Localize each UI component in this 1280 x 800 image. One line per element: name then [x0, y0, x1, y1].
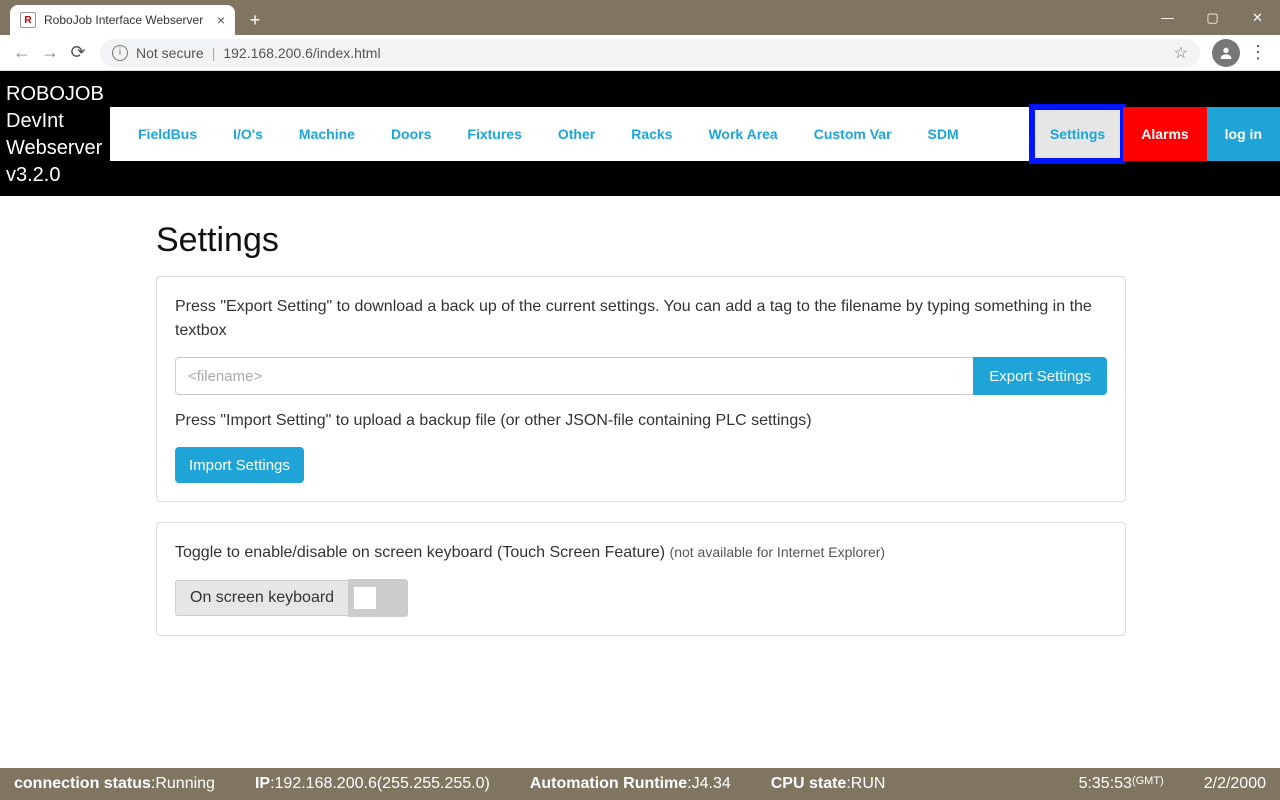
export-import-panel: Press "Export Setting" to download a bac…	[156, 276, 1126, 502]
export-description: Press "Export Setting" to download a bac…	[175, 295, 1107, 343]
nav-other[interactable]: Other	[540, 107, 613, 161]
keyboard-description: Toggle to enable/disable on screen keybo…	[175, 541, 1107, 565]
export-settings-button[interactable]: Export Settings	[973, 357, 1107, 395]
close-window-button[interactable]: ✕	[1235, 0, 1280, 35]
favicon-icon: R	[20, 12, 36, 28]
close-tab-icon[interactable]: ×	[217, 12, 225, 28]
profile-button[interactable]	[1212, 39, 1240, 67]
page-title: Settings	[156, 221, 1126, 260]
nav-customvar[interactable]: Custom Var	[796, 107, 910, 161]
nav-ios[interactable]: I/O's	[215, 107, 281, 161]
address-bar[interactable]: i Not secure | 192.168.200.6/index.html …	[100, 39, 1200, 67]
nav-machine[interactable]: Machine	[281, 107, 373, 161]
browser-menu-button[interactable]: ⋮	[1244, 39, 1272, 67]
main-nav: FieldBus I/O's Machine Doors Fixtures Ot…	[110, 107, 1280, 161]
url-text: 192.168.200.6/index.html	[223, 45, 380, 61]
app-header: ROBOJOB DevInt Webserver v3.2.0 FieldBus…	[0, 71, 1280, 196]
window-controls: — ▢ ✕	[1145, 0, 1280, 35]
minimize-button[interactable]: —	[1145, 0, 1190, 35]
tab-title: RoboJob Interface Webserver	[44, 13, 203, 27]
bookmark-icon[interactable]: ☆	[1174, 43, 1188, 63]
status-connection: connection status:Running	[14, 775, 215, 793]
status-cpu: CPU state:RUN	[771, 775, 886, 793]
nav-settings[interactable]: Settings	[1032, 107, 1123, 161]
logo-block: ROBOJOB DevInt Webserver v3.2.0	[0, 71, 110, 196]
status-time: 5:35:53(GMT)	[1079, 775, 1164, 793]
status-automation-runtime: Automation Runtime:J4.34	[530, 775, 731, 793]
maximize-button[interactable]: ▢	[1190, 0, 1235, 35]
security-label: Not secure	[136, 45, 204, 61]
import-description: Press "Import Setting" to upload a backu…	[175, 409, 1107, 433]
nav-doors[interactable]: Doors	[373, 107, 449, 161]
nav-sdm[interactable]: SDM	[910, 107, 977, 161]
info-icon[interactable]: i	[112, 45, 128, 61]
nav-racks[interactable]: Racks	[613, 107, 690, 161]
keyboard-toggle[interactable]	[348, 579, 408, 617]
nav-fieldbus[interactable]: FieldBus	[120, 107, 215, 161]
toggle-knob	[354, 587, 376, 609]
browser-toolbar: ← → ⟳ i Not secure | 192.168.200.6/index…	[0, 35, 1280, 71]
nav-fixtures[interactable]: Fixtures	[449, 107, 539, 161]
status-ip: IP:192.168.200.6(255.255.255.0)	[255, 775, 490, 793]
nav-alarms[interactable]: Alarms	[1123, 107, 1206, 161]
browser-tabstrip: R RoboJob Interface Webserver × + — ▢ ✕	[0, 0, 1280, 35]
reload-button[interactable]: ⟳	[64, 39, 92, 67]
browser-tab[interactable]: R RoboJob Interface Webserver ×	[10, 5, 235, 35]
import-settings-button[interactable]: Import Settings	[175, 447, 304, 483]
keyboard-toggle-label: On screen keyboard	[175, 580, 348, 616]
new-tab-button[interactable]: +	[241, 6, 269, 34]
nav-login[interactable]: log in	[1207, 107, 1280, 161]
status-date: 2/2/2000	[1204, 775, 1266, 793]
filename-input[interactable]	[175, 357, 973, 395]
back-button[interactable]: ←	[8, 39, 36, 67]
status-bar: connection status:Running IP:192.168.200…	[0, 768, 1280, 800]
keyboard-panel: Toggle to enable/disable on screen keybo…	[156, 522, 1126, 636]
nav-workarea[interactable]: Work Area	[690, 107, 795, 161]
forward-button: →	[36, 39, 64, 67]
page-content: Settings Press "Export Setting" to downl…	[0, 196, 1280, 703]
